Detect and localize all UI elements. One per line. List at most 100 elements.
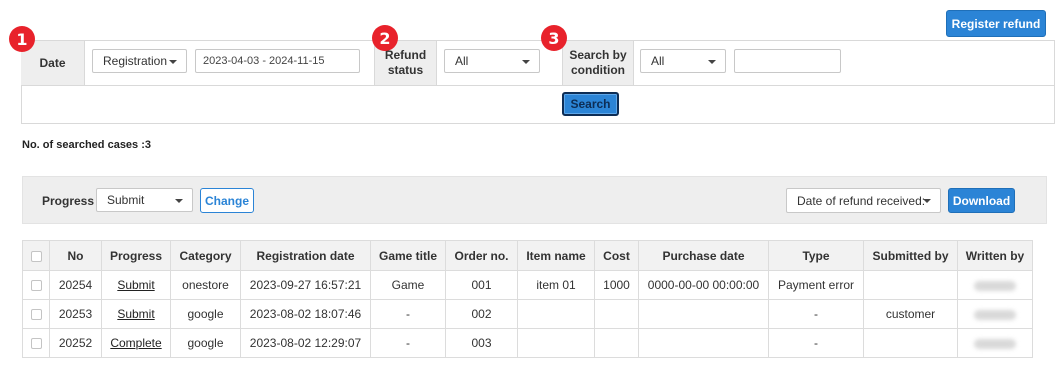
cell-written-by <box>957 328 1033 358</box>
cell-progress[interactable]: Submit <box>101 270 171 300</box>
table-header-row: No Progress Category Registration date G… <box>22 240 1033 271</box>
chevron-down-icon <box>169 60 177 64</box>
select-all-cell[interactable] <box>22 240 50 271</box>
column-header: Purchase date <box>638 240 769 271</box>
download-button[interactable]: Download <box>948 188 1015 213</box>
column-header: Progress <box>101 240 171 271</box>
column-header: Game title <box>370 240 446 271</box>
row-checkbox[interactable] <box>30 280 42 292</box>
cell-category: google <box>170 299 241 329</box>
cell-type: - <box>768 299 864 329</box>
register-refund-button[interactable]: Register refund <box>946 10 1046 37</box>
chevron-down-icon <box>522 60 530 64</box>
row-checkbox[interactable] <box>30 309 42 321</box>
cell-game-title: Game <box>370 270 446 300</box>
search-condition-label-line1: Search by <box>569 48 627 62</box>
refund-status-value: All <box>455 54 469 68</box>
cell-purchase-date <box>638 299 769 329</box>
cell-order-no: 003 <box>445 328 518 358</box>
cell-registration-date: 2023-08-02 12:29:07 <box>240 328 371 358</box>
row-checkbox[interactable] <box>30 338 42 350</box>
cell-submitted-by <box>863 270 958 300</box>
cell-progress[interactable]: Complete <box>101 328 171 358</box>
cell-order-no: 001 <box>445 270 518 300</box>
search-condition-select[interactable]: All <box>640 49 726 73</box>
redacted-name <box>974 338 1016 349</box>
cell-purchase-date: 0000-00-00 00:00:00 <box>638 270 769 300</box>
cell-type: - <box>768 328 864 358</box>
table-toolbar: Progress Submit Change Date of refund re… <box>22 176 1047 224</box>
table-row[interactable]: 20253 Submit google 2023-08-02 18:07:46 … <box>22 299 1033 329</box>
column-header: Written by <box>957 240 1033 271</box>
sort-select[interactable]: Date of refund received: <box>786 188 941 213</box>
cell-written-by <box>957 299 1033 329</box>
row-select-cell[interactable] <box>22 270 50 300</box>
cell-submitted-by <box>863 328 958 358</box>
cell-submitted-by: customer <box>863 299 958 329</box>
cell-registration-date: 2023-08-02 18:07:46 <box>240 299 371 329</box>
progress-link[interactable]: Submit <box>117 278 154 292</box>
refund-status-label-line2: status <box>387 63 424 77</box>
progress-link[interactable]: Submit <box>117 307 154 321</box>
sort-value: Date of refund received: <box>797 193 926 208</box>
chevron-down-icon <box>175 199 183 203</box>
step-marker-2: 2 <box>372 25 398 51</box>
cell-cost <box>594 328 639 358</box>
cell-progress[interactable]: Submit <box>101 299 171 329</box>
column-header: Type <box>768 240 864 271</box>
row-select-cell[interactable] <box>22 299 50 329</box>
search-panel: Date Registration Refund status All Sear… <box>21 40 1055 124</box>
searched-count: No. of searched cases :3 <box>22 139 152 151</box>
step-marker-3: 3 <box>541 25 567 51</box>
cell-no: 20253 <box>49 299 102 329</box>
column-header: Registration date <box>240 240 371 271</box>
cell-game-title: - <box>370 299 446 329</box>
table-row[interactable]: 20252 Complete google 2023-08-02 12:29:0… <box>22 328 1033 358</box>
cell-category: google <box>170 328 241 358</box>
refund-table: No Progress Category Registration date G… <box>22 240 1033 358</box>
progress-link[interactable]: Complete <box>110 336 161 350</box>
column-header: Item name <box>517 240 595 271</box>
step-marker-1: 1 <box>9 26 35 52</box>
refund-status-label-line1: Refund <box>384 48 427 62</box>
column-header: Cost <box>594 240 639 271</box>
change-button[interactable]: Change <box>200 188 254 213</box>
column-header: No <box>49 240 102 271</box>
search-condition-input[interactable] <box>734 49 841 73</box>
cell-purchase-date <box>638 328 769 358</box>
progress-value: Submit <box>107 193 145 207</box>
date-range-input[interactable] <box>195 49 360 73</box>
table-row[interactable]: 20254 Submit onestore 2023-09-27 16:57:2… <box>22 270 1033 300</box>
date-type-select[interactable]: Registration <box>92 49 187 73</box>
column-header: Order no. <box>445 240 518 271</box>
chevron-down-icon <box>708 60 716 64</box>
cell-no: 20252 <box>49 328 102 358</box>
search-condition-label-line2: condition <box>571 63 625 77</box>
cell-category: onestore <box>170 270 241 300</box>
cell-type: Payment error <box>768 270 864 300</box>
cell-cost: 1000 <box>594 270 639 300</box>
date-type-value: Registration <box>103 54 168 68</box>
column-header: Submitted by <box>863 240 958 271</box>
cell-no: 20254 <box>49 270 102 300</box>
redacted-name <box>974 280 1016 291</box>
cell-item-name <box>517 328 595 358</box>
cell-written-by <box>957 270 1033 300</box>
select-all-checkbox[interactable] <box>30 250 42 262</box>
cell-cost <box>594 299 639 329</box>
search-condition-label: Search by condition <box>562 41 634 85</box>
search-condition-value: All <box>651 54 665 68</box>
redacted-name <box>974 309 1016 320</box>
search-button[interactable]: Search <box>562 92 619 116</box>
refund-status-select[interactable]: All <box>444 49 540 73</box>
cell-item-name: item 01 <box>517 270 595 300</box>
progress-select[interactable]: Submit <box>96 188 193 212</box>
row-select-cell[interactable] <box>22 328 50 358</box>
column-header: Category <box>170 240 241 271</box>
cell-registration-date: 2023-09-27 16:57:21 <box>240 270 371 300</box>
cell-game-title: - <box>370 328 446 358</box>
cell-order-no: 002 <box>445 299 518 329</box>
progress-label: Progress <box>42 194 95 208</box>
cell-item-name <box>517 299 595 329</box>
chevron-down-icon <box>923 199 931 203</box>
